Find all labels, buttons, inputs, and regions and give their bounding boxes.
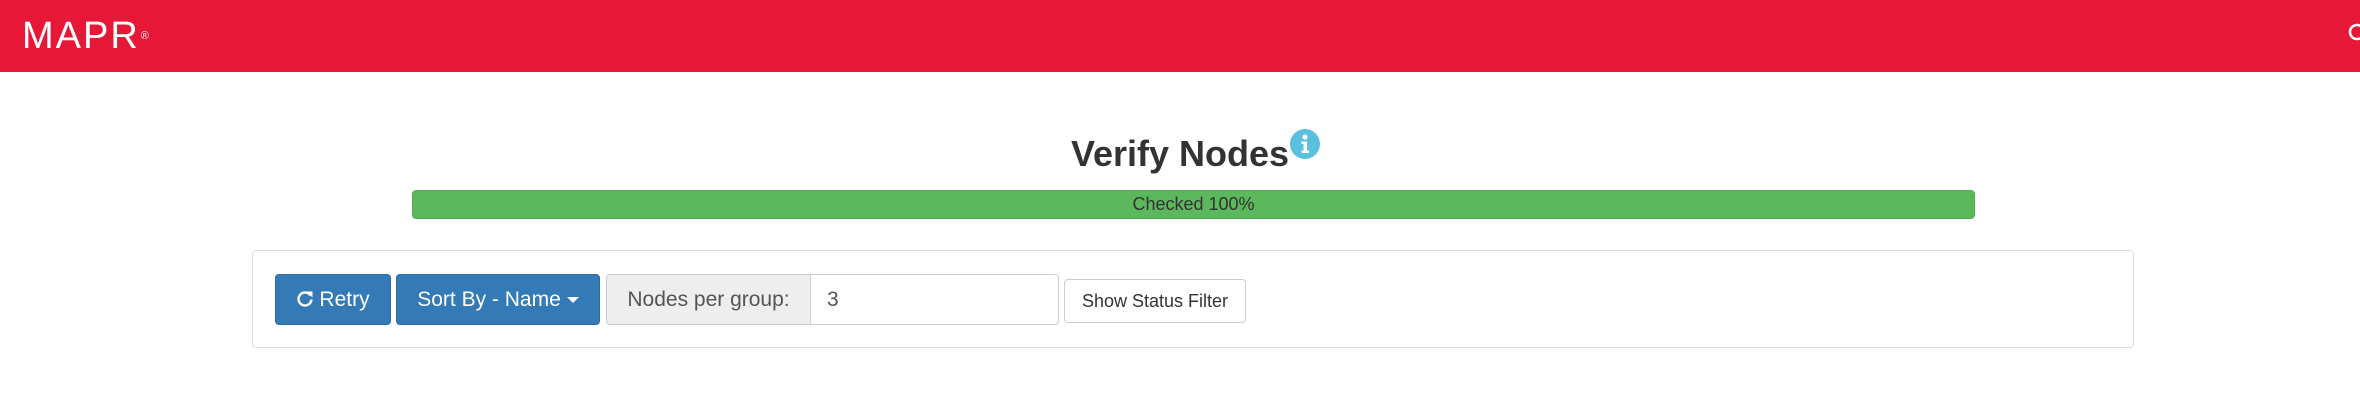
title-row: Verify Nodes <box>0 128 2360 180</box>
search-icon[interactable] <box>2347 22 2360 44</box>
registered-mark: ® <box>140 30 149 42</box>
refresh-icon <box>297 291 314 307</box>
nodes-per-group-group: Nodes per group: <box>606 274 1059 325</box>
nodes-per-group-label: Nodes per group: <box>606 274 811 325</box>
progress-bar: Checked 100% <box>412 190 1975 219</box>
logo-text: MAPR <box>22 15 140 57</box>
nodes-per-group-input[interactable] <box>810 274 1059 325</box>
mapr-logo[interactable]: MAPR® <box>22 17 149 55</box>
progress-label: Checked 100% <box>1132 194 1255 214</box>
caret-down-icon <box>566 297 579 304</box>
sort-by-dropdown[interactable]: Sort By - Name <box>396 274 600 325</box>
retry-button[interactable]: Retry <box>275 274 391 325</box>
show-status-filter-button[interactable]: Show Status Filter <box>1064 279 1246 323</box>
retry-label: Retry <box>319 288 370 311</box>
info-circle-icon[interactable] <box>1289 128 1321 160</box>
sort-label: Sort By - Name <box>417 288 561 311</box>
top-header-bar: MAPR® <box>0 0 2360 72</box>
page-title: Verify Nodes <box>1070 133 1290 174</box>
